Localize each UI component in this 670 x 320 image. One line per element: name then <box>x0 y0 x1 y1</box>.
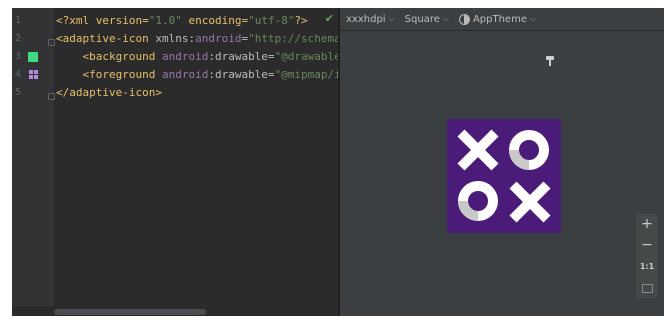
code-token: </adaptive-icon> <box>56 86 162 99</box>
density-dropdown[interactable]: xxxhdpi ⌵ <box>346 14 395 25</box>
background-color-swatch-icon[interactable] <box>28 52 38 62</box>
line-number: 2 <box>15 33 22 44</box>
code-token: <?xml version= <box>56 14 149 27</box>
fit-screen-icon <box>641 284 653 293</box>
code-token: android <box>195 32 242 45</box>
code-token: :drawable= <box>208 68 275 81</box>
shape-dropdown[interactable]: Square ⌵ <box>405 14 449 25</box>
actual-size-button[interactable]: 1:1 <box>636 256 658 277</box>
adaptive-icon-preview <box>447 119 561 233</box>
ide-window: 1 2 3 4 5 <?xml version="1.0" encoding="… <box>12 8 664 316</box>
code-line-3: <background android:drawable="@drawable/… <box>56 48 360 66</box>
code-token: <foreground <box>56 68 162 81</box>
code-token: <background <box>56 50 162 63</box>
density-label: xxxhdpi <box>346 13 386 25</box>
chevron-down-icon: ⌵ <box>388 14 395 23</box>
preview-toolbar: xxxhdpi ⌵ Square ⌵ AppTheme ⌵ <box>340 8 664 31</box>
line-number: 5 <box>15 87 22 98</box>
code-line-4: <foreground android:drawable="@mipmap/ic… <box>56 66 354 84</box>
theme-dropdown[interactable]: AppTheme ⌵ <box>458 13 537 25</box>
shape-label: Square <box>404 13 440 25</box>
horizontal-scrollbar[interactable] <box>12 306 338 316</box>
foreground-image-icon[interactable] <box>29 70 38 79</box>
check-icon: ✔ <box>324 12 334 25</box>
code-token: android <box>161 68 209 81</box>
fit-screen-button[interactable] <box>636 277 658 298</box>
line-number: 4 <box>15 69 22 80</box>
theme-label: AppTheme <box>472 13 527 25</box>
fold-marker-icon[interactable] <box>48 39 55 46</box>
code-token: ?> <box>294 14 308 27</box>
code-line-1: <?xml version="1.0" encoding="utf-8"?> <box>56 12 338 30</box>
code-token: encoding= <box>181 14 249 27</box>
chevron-down-icon: ⌵ <box>442 14 449 23</box>
zoom-in-button[interactable]: + <box>636 214 658 235</box>
code-line-2: <adaptive-icon xmlns:android="http://sch… <box>56 30 361 48</box>
scrollbar-thumb[interactable] <box>54 309 206 315</box>
code-area[interactable]: <?xml version="1.0" encoding="utf-8"?> <… <box>56 12 361 102</box>
code-token: :drawable= <box>208 50 275 63</box>
editor-gutter: 1 2 3 4 5 <box>12 8 55 316</box>
line-number: 1 <box>15 15 22 26</box>
zoom-out-button[interactable]: − <box>636 235 658 256</box>
code-token: android <box>161 50 209 63</box>
xml-editor[interactable]: 1 2 3 4 5 <?xml version="1.0" encoding="… <box>12 8 361 316</box>
line-number: 3 <box>15 51 22 62</box>
theme-icon <box>458 13 470 25</box>
icon-preview-pane: xxxhdpi ⌵ Square ⌵ AppTheme ⌵ + − 1:1 <box>340 8 664 316</box>
code-token: "1.0" <box>148 14 182 27</box>
pin-icon[interactable] <box>546 56 554 66</box>
code-token: "utf-8" <box>248 14 295 27</box>
code-line-5: </adaptive-icon> <box>56 84 338 102</box>
fold-marker-icon[interactable] <box>48 93 55 100</box>
chevron-down-icon: ⌵ <box>529 14 537 23</box>
tic-tac-toe-icon <box>457 129 551 223</box>
code-token: <adaptive-icon <box>56 32 156 45</box>
code-token: xmlns: <box>155 32 196 45</box>
zoom-controls: + − 1:1 <box>636 214 658 298</box>
